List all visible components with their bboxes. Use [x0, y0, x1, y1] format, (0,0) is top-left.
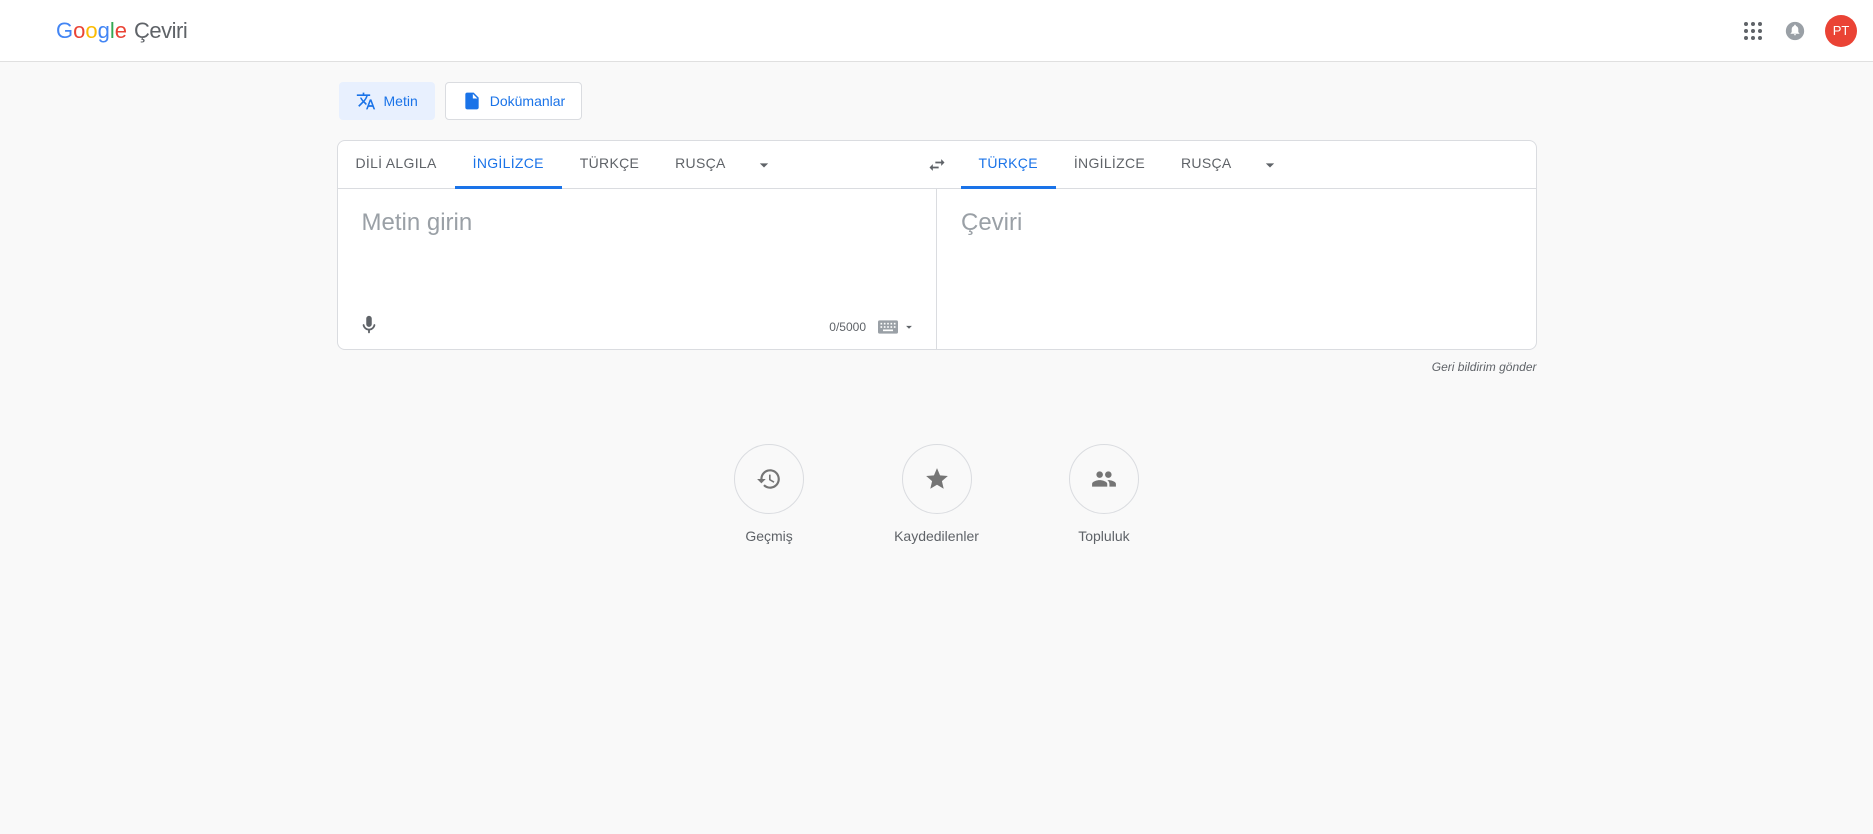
history-action[interactable]: Geçmiş	[734, 444, 804, 544]
lang-source-detect[interactable]: DİLİ ALGILA	[338, 141, 455, 189]
app-name-label: Çeviri	[134, 18, 187, 44]
apps-grid-icon	[1744, 22, 1762, 40]
logo-wrap[interactable]: Google Çeviri	[56, 18, 187, 44]
language-bar: DİLİ ALGILA İNGİLİZCE TÜRKÇE RUSÇA TÜRKÇ…	[338, 141, 1536, 189]
app-header: Google Çeviri PT	[0, 0, 1873, 62]
chevron-down-icon	[754, 155, 774, 175]
source-pane[interactable]: Metin girin 0/5000	[338, 189, 938, 349]
source-placeholder: Metin girin	[362, 209, 913, 237]
lang-source-turkish[interactable]: TÜRKÇE	[562, 141, 657, 189]
community-circle	[1069, 444, 1139, 514]
lang-source-english[interactable]: İNGİLİZCE	[455, 141, 562, 189]
char-count-area: 0/5000	[829, 320, 916, 334]
history-icon	[756, 466, 782, 492]
bottom-actions: Geçmiş Kaydedilenler Topluluk	[337, 444, 1537, 544]
target-placeholder: Çeviri	[961, 209, 1512, 237]
main-area: Metin Dokümanlar DİLİ ALGILA İNGİLİZCE T…	[0, 62, 1873, 834]
document-icon	[462, 91, 482, 111]
history-label: Geçmiş	[745, 528, 792, 544]
community-label: Topluluk	[1078, 528, 1129, 544]
notifications-button[interactable]	[1783, 19, 1807, 43]
lang-target-english[interactable]: İNGİLİZCE	[1056, 141, 1163, 189]
star-icon	[924, 466, 950, 492]
lang-source-russian[interactable]: RUSÇA	[657, 141, 744, 189]
source-more-languages[interactable]	[744, 155, 784, 175]
saved-action[interactable]: Kaydedilenler	[894, 444, 979, 544]
people-icon	[1091, 466, 1117, 492]
mode-tabs: Metin Dokümanlar	[337, 82, 1537, 120]
chevron-down-icon	[902, 320, 916, 334]
target-more-languages[interactable]	[1250, 155, 1290, 175]
keyboard-icon	[878, 320, 898, 334]
tab-documents[interactable]: Dokümanlar	[445, 82, 582, 120]
feedback-link[interactable]: Geri bildirim gönder	[337, 360, 1537, 374]
chevron-down-icon	[1260, 155, 1280, 175]
target-language-group: TÜRKÇE İNGİLİZCE RUSÇA	[961, 141, 1536, 189]
target-pane: Çeviri	[937, 189, 1536, 349]
header-left: Google Çeviri	[16, 18, 187, 44]
tab-text-label: Metin	[384, 93, 418, 109]
header-right: PT	[1741, 15, 1857, 47]
mic-button[interactable]	[358, 314, 380, 339]
saved-circle	[902, 444, 972, 514]
tab-text[interactable]: Metin	[339, 82, 435, 120]
community-action[interactable]: Topluluk	[1069, 444, 1139, 544]
saved-label: Kaydedilenler	[894, 528, 979, 544]
svg-text:Google: Google	[56, 19, 127, 43]
source-pane-bottom: 0/5000	[358, 314, 917, 339]
mic-icon	[358, 314, 380, 336]
lang-target-russian[interactable]: RUSÇA	[1163, 141, 1250, 189]
account-avatar[interactable]: PT	[1825, 15, 1857, 47]
char-count-label: 0/5000	[829, 320, 866, 334]
bell-icon	[1784, 20, 1806, 42]
content-container: Metin Dokümanlar DİLİ ALGILA İNGİLİZCE T…	[327, 82, 1547, 544]
google-apps-button[interactable]	[1741, 19, 1765, 43]
source-language-group: DİLİ ALGILA İNGİLİZCE TÜRKÇE RUSÇA	[338, 141, 913, 189]
history-circle	[734, 444, 804, 514]
lang-target-turkish[interactable]: TÜRKÇE	[961, 141, 1056, 189]
swap-icon	[927, 155, 947, 175]
google-logo-icon: Google	[56, 19, 130, 43]
translate-panes: Metin girin 0/5000	[338, 189, 1536, 349]
tab-documents-label: Dokümanlar	[490, 93, 565, 109]
translate-icon	[356, 91, 376, 111]
keyboard-toggle[interactable]	[878, 320, 916, 334]
translate-card: DİLİ ALGILA İNGİLİZCE TÜRKÇE RUSÇA TÜRKÇ…	[337, 140, 1537, 350]
swap-languages-button[interactable]	[913, 155, 961, 175]
main-menu-button[interactable]	[16, 19, 40, 43]
